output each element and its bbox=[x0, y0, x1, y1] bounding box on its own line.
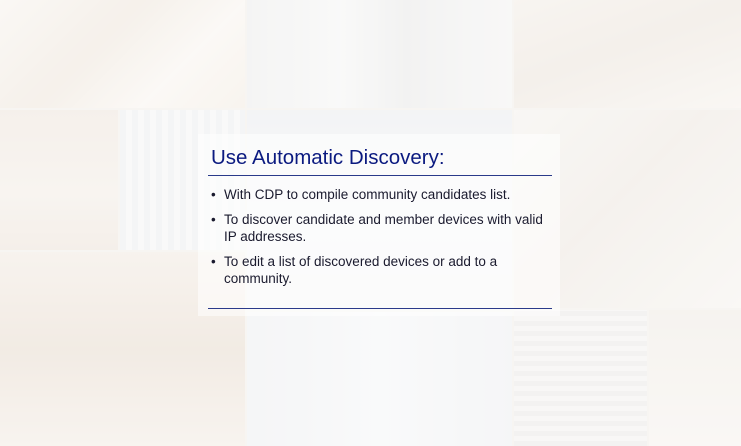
bullet-marker: • bbox=[211, 254, 216, 269]
background-photo-network-hardware bbox=[514, 310, 647, 446]
title-divider bbox=[208, 175, 552, 176]
bullet-marker: • bbox=[211, 187, 216, 202]
bullet-item: • To discover candidate and member devic… bbox=[211, 211, 556, 245]
bullet-marker: • bbox=[211, 212, 216, 227]
bullet-text: To edit a list of discovered devices or … bbox=[224, 254, 498, 286]
slide-title: Use Automatic Discovery: bbox=[211, 146, 445, 169]
bottom-divider bbox=[208, 308, 552, 309]
bullet-text: To discover candidate and member devices… bbox=[224, 212, 543, 244]
bullet-item: • To edit a list of discovered devices o… bbox=[211, 253, 556, 287]
bullet-text: With CDP to compile community candidates… bbox=[224, 187, 511, 202]
background-photo-handshake bbox=[0, 0, 245, 108]
background-photo-meeting bbox=[514, 0, 741, 108]
slide: Use Automatic Discovery: • With CDP to c… bbox=[0, 0, 741, 446]
background-photo-woman-at-desk bbox=[649, 310, 741, 446]
background-photo-corridor bbox=[247, 312, 512, 446]
bullet-item: • With CDP to compile community candidat… bbox=[211, 186, 556, 203]
background-photo-colleagues bbox=[0, 110, 118, 250]
background-photo-office-worker bbox=[247, 0, 512, 108]
bullet-list: • With CDP to compile community candidat… bbox=[211, 186, 556, 295]
